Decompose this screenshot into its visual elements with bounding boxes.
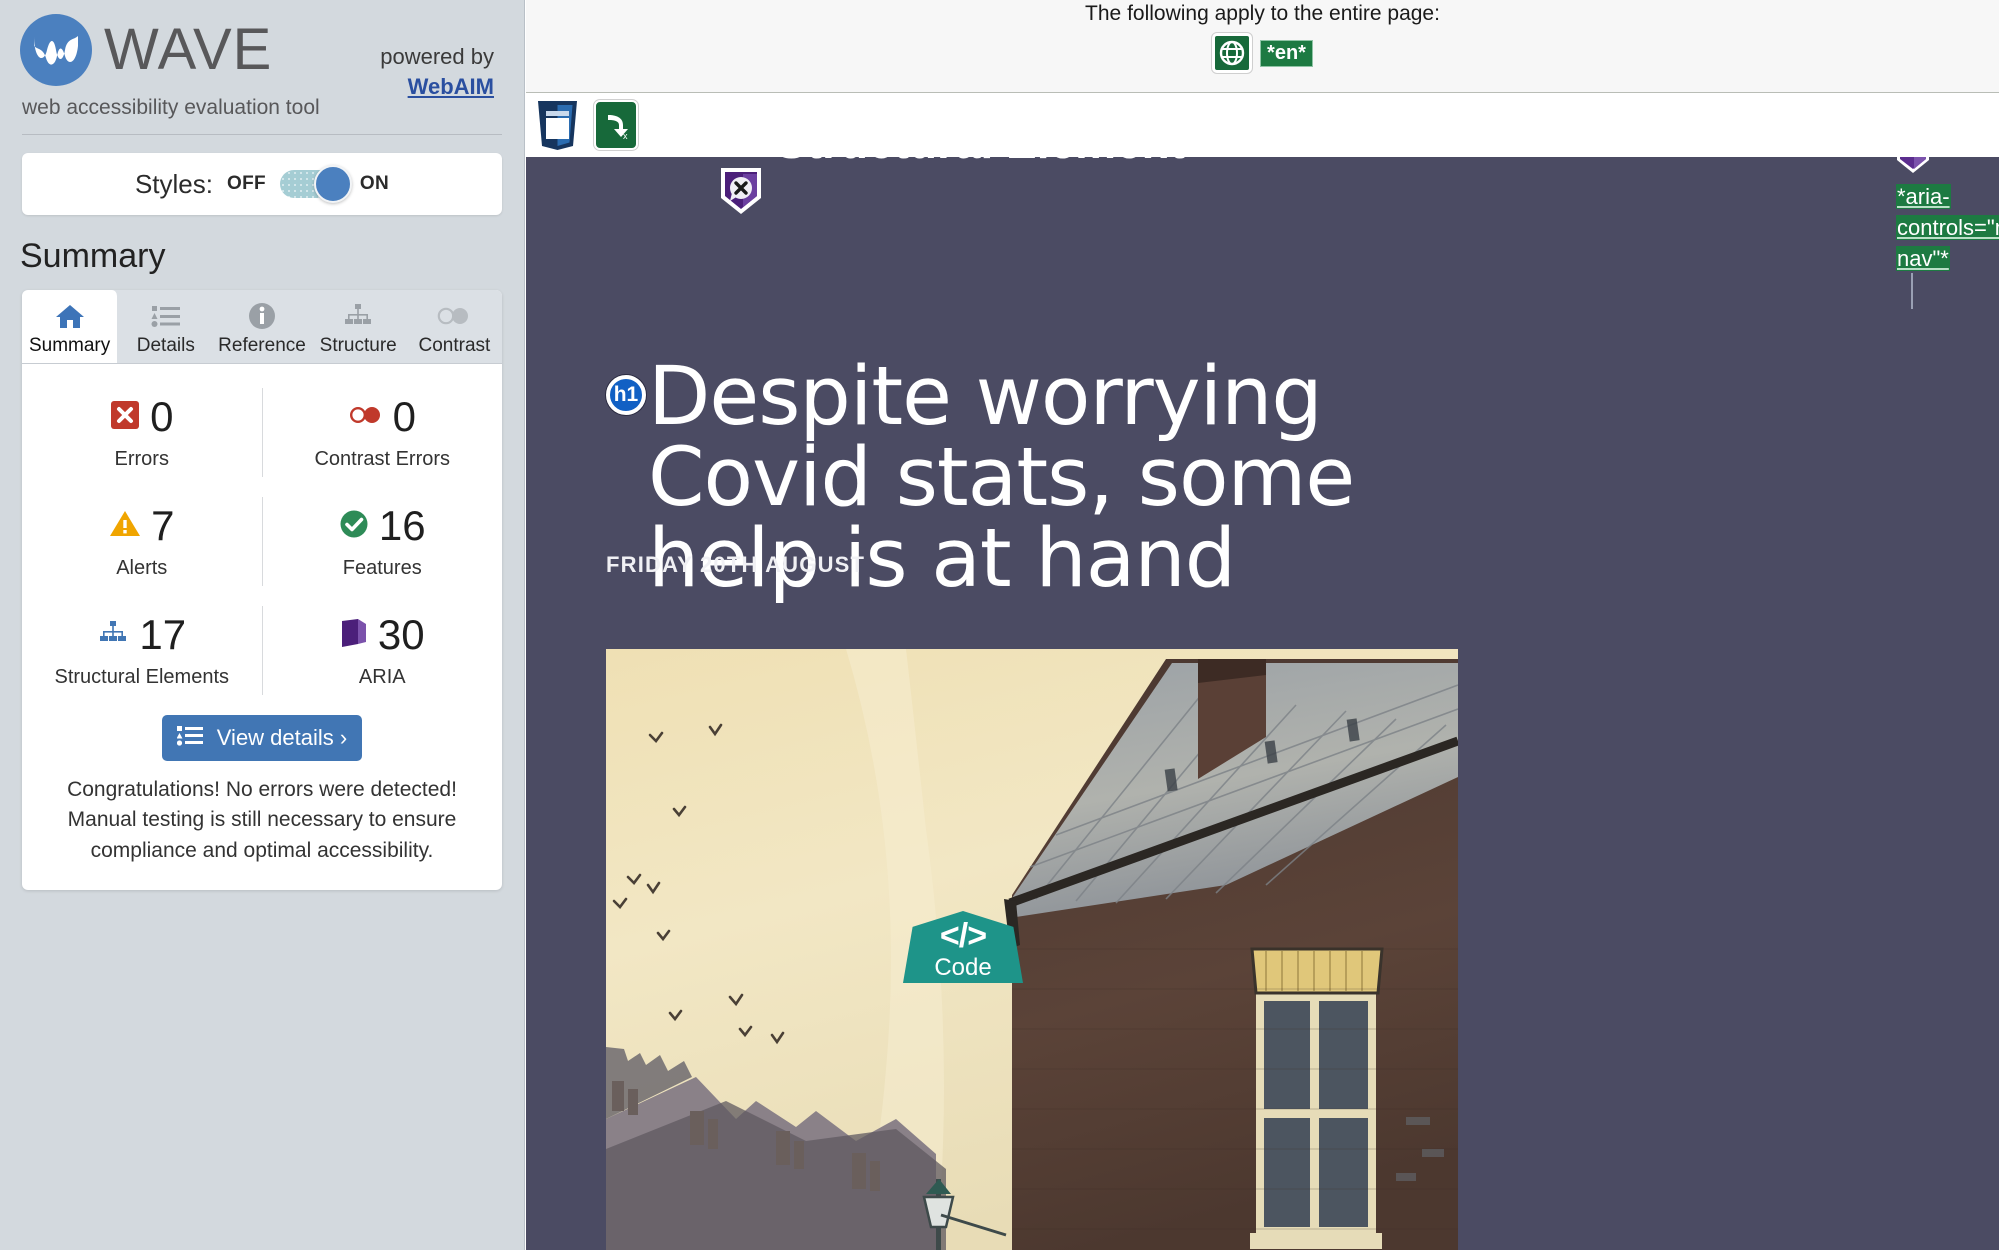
- tab-contrast-label: Contrast: [418, 335, 491, 356]
- sidebar-header: WAVE web accessibility evaluation tool p…: [0, 0, 524, 120]
- wave-sidebar: WAVE web accessibility evaluation tool p…: [0, 0, 525, 1250]
- stat-contrast-errors-value: 0: [392, 393, 416, 440]
- styles-label: Styles:: [134, 168, 213, 199]
- powered-by: powered by WebAIM: [380, 14, 504, 101]
- stat-aria-value: 30: [377, 611, 425, 658]
- stat-features[interactable]: 16 Features: [263, 487, 503, 596]
- contrast-icon: [407, 300, 502, 332]
- tab-summary[interactable]: Summary: [22, 290, 119, 363]
- structure-icon: [97, 620, 129, 651]
- styles-on-label: ON: [359, 173, 390, 194]
- tab-details[interactable]: Details: [118, 290, 215, 363]
- stat-contrast-errors[interactable]: 0 Contrast Errors: [263, 378, 503, 487]
- stat-structural-elements-value: 17: [139, 611, 187, 658]
- stat-errors-value: 0: [150, 393, 174, 440]
- stat-alerts-value: 7: [151, 502, 175, 549]
- tab-reference-label: Reference: [218, 335, 306, 356]
- code-button-label: Code: [934, 954, 992, 981]
- list-icon: [118, 300, 213, 332]
- tab-details-label: Details: [136, 335, 195, 356]
- view-details-button[interactable]: View details ›: [162, 715, 362, 761]
- summary-panel: Summary Details Reference Structure Cont…: [22, 290, 502, 891]
- h1-badge-icon[interactable]: h1: [606, 375, 646, 415]
- structure-icon: [311, 300, 406, 332]
- evaluated-page-pane: The following apply to the entire page: …: [526, 0, 1999, 1250]
- panel-tabs: Summary Details Reference Structure Cont…: [22, 290, 502, 364]
- aria-cube-icon: [340, 617, 368, 654]
- stat-contrast-errors-label: Contrast Errors: [314, 448, 451, 470]
- wave-logo-icon: [20, 14, 92, 86]
- stat-alerts-label: Alerts: [116, 557, 168, 579]
- stat-features-value: 16: [378, 502, 426, 549]
- brand: WAVE web accessibility evaluation tool: [20, 14, 320, 120]
- feature-icon: [339, 509, 369, 544]
- tab-structure[interactable]: Structure: [311, 290, 407, 363]
- page-level-icons: *en*: [1212, 33, 1313, 73]
- styles-toggle-card: Styles: OFF ON: [22, 153, 502, 215]
- stat-errors-label: Errors: [114, 448, 169, 470]
- error-icon: [110, 400, 140, 435]
- article-date: FRIDAY 20TH AUGUST: [606, 552, 866, 577]
- aria-callout-connector: [1911, 273, 1913, 309]
- page-icon-row: x: [526, 93, 1999, 157]
- powered-by-label: powered by: [380, 44, 494, 69]
- watercolour-rooftops-illustration: [606, 649, 1458, 1250]
- cut-off-heading: Structural Element: [776, 157, 1185, 169]
- aria-controls-callout-text: *aria-controls="menu-nav"*: [1896, 184, 1999, 272]
- stat-errors[interactable]: 0 Errors: [22, 378, 262, 487]
- svg-text:aria: aria: [1904, 157, 1923, 160]
- stats-grid: 0 Errors 0 Contrast Errors 7 Alerts 16 F…: [22, 364, 502, 711]
- tab-summary-label: Summary: [28, 335, 111, 356]
- home-icon: [22, 300, 117, 332]
- tab-contrast[interactable]: Contrast: [407, 290, 502, 363]
- styles-toggle[interactable]: [279, 165, 352, 203]
- page-title: Summary: [20, 237, 166, 275]
- language-globe-icon[interactable]: [1212, 33, 1253, 73]
- styles-off-label: OFF: [227, 173, 266, 194]
- aria-controls-callout: *aria-controls="menu-nav"*: [1896, 181, 1999, 275]
- stat-features-label: Features: [342, 557, 422, 579]
- webaim-link[interactable]: WebAIM: [380, 72, 494, 102]
- tab-reference[interactable]: Reference: [214, 290, 311, 363]
- skip-link-icon[interactable]: x: [594, 100, 638, 150]
- list-icon: [176, 725, 203, 752]
- lang-attribute-chip: *en*: [1260, 39, 1313, 67]
- svg-text:x: x: [623, 131, 628, 140]
- aria-description-shield-icon[interactable]: [718, 165, 764, 217]
- article-preview: Structural Element aria: [526, 157, 1999, 1250]
- code-glyph-icon: </>: [939, 917, 987, 955]
- info-icon: [214, 300, 309, 332]
- stat-alerts[interactable]: 7 Alerts: [22, 487, 262, 596]
- page-level-banner: The following apply to the entire page: …: [526, 0, 1999, 93]
- brand-tagline: web accessibility evaluation tool: [22, 96, 320, 119]
- page-level-banner-text: The following apply to the entire page:: [1085, 2, 1440, 25]
- view-details-label: View details ›: [216, 725, 348, 750]
- stat-structural-elements-label: Structural Elements: [54, 666, 229, 688]
- aria-badge-icon[interactable]: aria: [1895, 157, 1931, 175]
- brand-name: WAVE: [104, 17, 273, 82]
- contrast-icon: [349, 406, 383, 429]
- tab-structure-label: Structure: [319, 335, 397, 356]
- stat-aria[interactable]: 30 ARIA: [263, 596, 503, 705]
- stat-structural-elements[interactable]: 17 Structural Elements: [22, 596, 262, 705]
- styles-toggle-knob[interactable]: [313, 165, 352, 203]
- header-divider: [22, 134, 502, 135]
- congrats-message: Congratulations! No errors were detected…: [67, 778, 457, 862]
- stat-aria-label: ARIA: [358, 666, 406, 688]
- alert-icon: [109, 509, 141, 543]
- page-title-icon[interactable]: [535, 99, 580, 151]
